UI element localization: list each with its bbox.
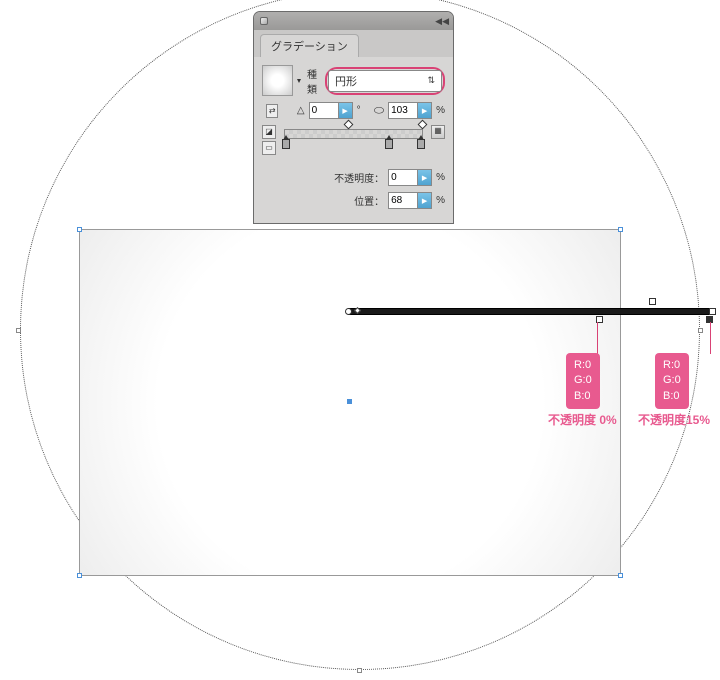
gradient-library-button[interactable]: ▦ (431, 125, 445, 139)
opacity-text-2: 不透明度15% (638, 411, 710, 428)
sel-bl[interactable] (77, 573, 82, 578)
annotator-midpoint[interactable] (649, 298, 656, 305)
tab-gradient[interactable]: グラデーション (260, 34, 359, 57)
type-dropdown[interactable]: 円形 ⇅ (328, 70, 442, 92)
angle-stepper-icon[interactable]: ▶ (338, 103, 352, 118)
position-input[interactable]: ▶ (388, 192, 432, 209)
rgb-r-1: R:0 (574, 359, 591, 371)
dropdown-arrows-icon: ⇅ (427, 75, 435, 86)
reverse-gradient-button[interactable]: ⇄ (266, 104, 278, 118)
anchor-left[interactable] (16, 328, 21, 333)
opacity-stepper-icon[interactable]: ▶ (417, 170, 431, 185)
type-highlight: 円形 ⇅ (325, 67, 445, 95)
sel-center[interactable] (347, 399, 352, 404)
anchor-bottom[interactable] (357, 668, 362, 673)
aspect-icon: ⬭ (374, 103, 384, 118)
sel-tr[interactable] (618, 227, 623, 232)
gradient-panel: ◀◀ グラデーション 種類 円形 ⇅ ⇄ △ ▶ ° ⬭ (253, 11, 454, 224)
callout-box-1: R:0 G:0 B:0 (566, 353, 600, 409)
aspect-stepper-icon[interactable]: ▶ (417, 103, 431, 118)
opacity-text-1: 不透明度 0% (548, 411, 617, 428)
fill-toggle[interactable]: ◪ (262, 125, 276, 139)
angle-input[interactable]: ▶ (309, 102, 353, 119)
anchor-right[interactable] (698, 328, 703, 333)
rgb-r-2: R:0 (663, 359, 680, 371)
gradient-stop-right[interactable] (417, 139, 425, 149)
gradient-stop-mid[interactable] (385, 139, 393, 149)
angle-icon: △ (297, 105, 305, 116)
stroke-toggle[interactable]: ▭ (262, 141, 276, 155)
panel-collapse-icon[interactable]: ◀◀ (435, 16, 449, 27)
callout-line-2 (710, 322, 711, 354)
position-label: 位置： (354, 193, 384, 208)
rgb-g-2: G:0 (663, 374, 681, 386)
type-value: 円形 (335, 73, 357, 89)
panel-header[interactable]: ◀◀ (254, 12, 453, 30)
swatch-dropdown-icon[interactable] (297, 79, 301, 83)
callout-box-2: R:0 G:0 B:0 (655, 353, 689, 409)
sel-br[interactable] (618, 573, 623, 578)
annotator-origin[interactable] (345, 308, 352, 315)
rgb-g-1: G:0 (574, 374, 592, 386)
gradient-slider[interactable] (284, 129, 423, 139)
gradient-stop-left[interactable] (282, 139, 290, 149)
annotator-bar[interactable] (348, 308, 713, 315)
percent-1: % (436, 105, 445, 116)
opacity-label: 不透明度： (334, 170, 384, 185)
aspect-input[interactable]: ▶ (388, 102, 432, 119)
sel-tl[interactable] (77, 227, 82, 232)
annotator-end[interactable] (709, 308, 716, 315)
opacity-input[interactable]: ▶ (388, 169, 432, 186)
position-stepper-icon[interactable]: ▶ (417, 193, 431, 208)
rgb-b-2: B:0 (663, 390, 680, 402)
panel-grip-icon (260, 17, 268, 25)
rgb-b-1: B:0 (574, 390, 591, 402)
type-label: 種類 (307, 66, 321, 96)
gradient-swatch[interactable] (262, 65, 293, 96)
percent-2: % (436, 172, 445, 183)
percent-3: % (436, 195, 445, 206)
end-diamond[interactable] (418, 120, 428, 130)
panel-tabs: グラデーション (254, 30, 453, 57)
annotator-start-stop[interactable] (354, 307, 361, 314)
midpoint-diamond[interactable] (344, 120, 354, 130)
gradient-annotator[interactable]: R:0 G:0 B:0 R:0 G:0 B:0 不透明度 0% 不透明度15% (348, 308, 713, 315)
callout-line-1 (597, 322, 598, 354)
panel-body: 種類 円形 ⇅ ⇄ △ ▶ ° ⬭ ▶ % ◪ ▭ (254, 57, 453, 223)
degree-symbol: ° (357, 105, 361, 116)
